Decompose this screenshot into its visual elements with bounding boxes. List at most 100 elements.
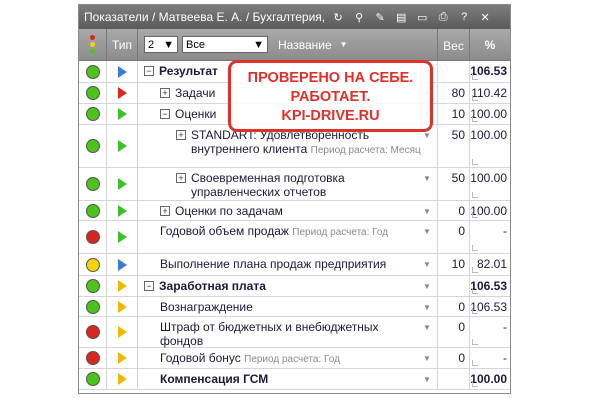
kpi-percent: 106.53 [470, 276, 510, 296]
stamp-line-2: РАБОТАЕТ. [290, 89, 371, 105]
status-indicator [85, 279, 100, 293]
print-icon[interactable]: ⎙ [436, 10, 450, 24]
csv-export-icon[interactable]: ▤ [394, 10, 408, 24]
kpi-percent: - [470, 221, 510, 253]
table-row[interactable]: Вознаграждение ▼ 0 106.53 [79, 297, 510, 317]
kpi-weight: 10 [438, 104, 470, 124]
kpi-weight: 0 [438, 201, 470, 220]
table-row[interactable]: Годовой бонус Период расчета: Год ▼ 0- [79, 348, 510, 369]
row-menu-chevron-icon[interactable]: ▼ [423, 323, 433, 332]
kpi-name-text: Заработная плата [159, 279, 266, 293]
kpi-percent: 100.00 [470, 125, 510, 167]
kpi-name[interactable]: Вознаграждение [160, 300, 423, 314]
calc-period: Период расчета: Месяц [310, 145, 421, 156]
kpi-name-text: Компенсация ГСМ [160, 372, 269, 386]
level-select[interactable]: 2 ▼ [144, 36, 178, 53]
status-indicator [85, 325, 100, 339]
search-icon[interactable]: ⚲ [352, 10, 366, 24]
expand-icon[interactable]: + [176, 130, 186, 140]
type-play-icon [117, 258, 127, 271]
collapse-icon[interactable]: − [144, 66, 154, 76]
stamp-line-3: KPI-DRIVE.RU [281, 108, 380, 124]
kpi-name-text: Годовой бонус [160, 351, 241, 365]
table-row[interactable]: Годовой объем продаж Период расчета: Год… [79, 221, 510, 254]
kpi-percent: 82.01 [470, 254, 510, 275]
kpi-name-text: Задачи [175, 86, 216, 100]
row-menu-chevron-icon[interactable]: ▼ [423, 227, 433, 236]
kpi-name-text: Оценки [175, 107, 217, 121]
kpi-name[interactable]: Компенсация ГСМ [160, 372, 423, 386]
row-menu-chevron-icon[interactable]: ▼ [423, 354, 433, 363]
table-row[interactable]: Компенсация ГСМ ▼ 100.00 [79, 369, 510, 390]
filter-select-value: Все [186, 38, 205, 51]
kpi-name[interactable]: Выполнение плана продаж предприятия [160, 257, 423, 271]
kpi-percent: 106.53 [470, 61, 510, 82]
type-column-header[interactable]: Тип [107, 28, 138, 61]
help-icon[interactable]: ? [457, 10, 471, 24]
kpi-weight: 80 [438, 83, 470, 103]
sort-down-icon[interactable]: ▼ [340, 40, 348, 49]
expand-icon[interactable]: + [160, 88, 170, 98]
type-play-icon [117, 140, 127, 152]
stamp-line-1: ПРОВЕРЕНО НА СЕБЕ. [247, 70, 414, 86]
status-indicator [85, 64, 100, 79]
row-menu-chevron-icon[interactable]: ▼ [423, 131, 433, 140]
type-play-icon [117, 300, 127, 313]
status-indicator [85, 299, 100, 314]
row-menu-chevron-icon[interactable]: ▼ [423, 174, 433, 183]
expand-icon[interactable]: + [176, 173, 186, 183]
chevron-down-icon: ▼ [163, 38, 174, 51]
kpi-name-text: Своевременная подготовка управленческих … [191, 171, 345, 199]
promo-stamp: ПРОВЕРЕНО НА СЕБЕ. РАБОТАЕТ. KPI-DRIVE.R… [228, 60, 433, 132]
kpi-name-text: Выполнение плана продаж предприятия [160, 257, 387, 271]
table-row[interactable]: Штраф от бюджетных и внебюджетных фондов… [79, 317, 510, 348]
kpi-percent: 110.42 [470, 83, 510, 103]
row-menu-chevron-icon[interactable]: ▼ [423, 282, 433, 291]
status-indicator [85, 230, 100, 244]
type-play-icon [117, 65, 127, 78]
row-menu-chevron-icon[interactable]: ▼ [423, 375, 433, 384]
kpi-name[interactable]: STANDART: Удовлетворенность внутреннего … [191, 128, 423, 158]
type-play-icon [117, 204, 127, 217]
table-row[interactable]: + Оценки по задачам ▼ 0 100.00 [79, 201, 510, 221]
refresh-icon[interactable]: ↻ [331, 10, 345, 24]
type-play-icon [117, 326, 127, 338]
table-row[interactable]: Выполнение плана продаж предприятия ▼ 10 82… [79, 254, 510, 276]
kpi-name[interactable]: Оценки по задачам [175, 204, 423, 218]
calc-period: Период расчета: Год [292, 227, 389, 238]
expand-icon[interactable]: + [160, 206, 170, 216]
kpi-name[interactable]: Годовой бонус Период расчета: Год [160, 351, 423, 367]
kpi-name-text: Вознаграждение [160, 300, 253, 314]
close-icon[interactable]: ✕ [478, 10, 492, 24]
kpi-name-text: Штраф от бюджетных и внебюджетных фондов [160, 320, 379, 348]
row-menu-chevron-icon[interactable]: ▼ [423, 303, 433, 312]
wrench-icon[interactable]: ✎ [373, 10, 387, 24]
minimize-icon[interactable]: ▭ [415, 10, 429, 24]
row-menu-chevron-icon[interactable]: ▼ [423, 207, 433, 216]
collapse-icon[interactable]: − [160, 109, 170, 119]
kpi-percent: - [470, 348, 510, 368]
kpi-name-text: Годовой объем продаж [160, 224, 289, 238]
type-play-icon [117, 231, 127, 243]
kpi-name[interactable]: Заработная плата [159, 279, 423, 293]
status-indicator [85, 177, 100, 191]
status-indicator [85, 351, 100, 365]
kpi-percent: 100.00 [470, 104, 510, 124]
kpi-percent: 100.00 [470, 168, 510, 200]
kpi-weight: 0 [438, 221, 470, 253]
window-title: Показатели / Матвеева Е. А. / Бухгалтери… [84, 10, 326, 24]
kpi-name[interactable]: Годовой объем продаж Период расчета: Год [160, 224, 423, 240]
type-play-icon [117, 352, 127, 364]
name-column-header[interactable]: Название [278, 38, 332, 52]
status-indicator [85, 203, 100, 218]
kpi-weight [438, 61, 470, 82]
filter-select[interactable]: Все ▼ [182, 36, 268, 53]
row-menu-chevron-icon[interactable]: ▼ [423, 260, 433, 269]
table-row[interactable]: + Своевременная подготовка управленческих… [79, 168, 510, 201]
kpi-name[interactable]: Штраф от бюджетных и внебюджетных фондов [160, 320, 423, 348]
collapse-icon[interactable]: − [144, 281, 154, 291]
weight-column-header[interactable]: Вес [438, 28, 470, 61]
kpi-name[interactable]: Своевременная подготовка управленческих … [191, 171, 423, 199]
percent-column-header[interactable]: % [470, 29, 510, 61]
table-row[interactable]: − Заработная плата ▼ 106.53 [79, 276, 510, 297]
